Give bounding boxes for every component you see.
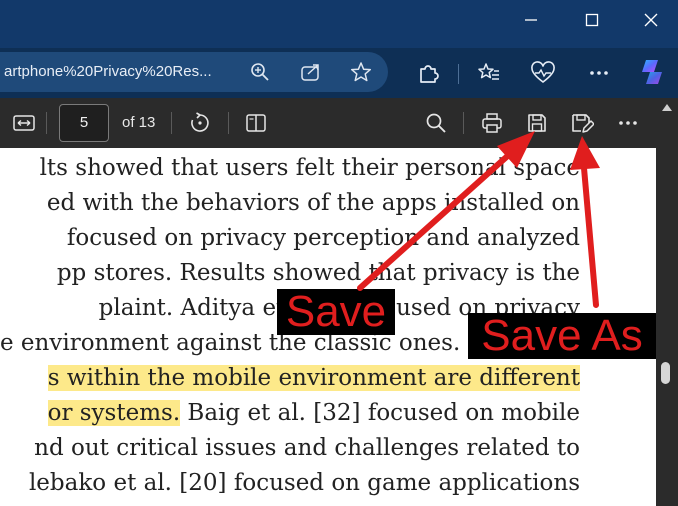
search-icon (426, 113, 446, 133)
more-horizontal-icon (590, 71, 608, 75)
fit-width-icon (13, 115, 35, 131)
maximize-icon (585, 13, 599, 27)
minimize-icon (525, 19, 537, 21)
toolbar-separator (228, 112, 229, 134)
pdf-toolbar: 5 of 13 (0, 98, 656, 149)
favorite-button[interactable] (345, 56, 377, 88)
page-number-input[interactable]: 5 (59, 104, 109, 142)
fit-width-button[interactable] (8, 107, 40, 139)
vertical-scrollbar[interactable] (656, 98, 678, 506)
print-button[interactable] (476, 107, 508, 139)
toolbar-separator (171, 112, 172, 134)
copilot-button[interactable] (636, 56, 668, 88)
page-total-label: of 13 (122, 114, 156, 131)
heart-pulse-icon (531, 61, 555, 84)
text-highlight: or systems. (47, 400, 181, 426)
url-field[interactable]: artphone%20Privacy%20Res... (0, 52, 388, 92)
more-horizontal-icon (619, 121, 637, 125)
text-highlight: s within the mobile environment are diff… (47, 365, 580, 391)
minimize-button[interactable] (508, 0, 554, 40)
find-button[interactable] (420, 107, 452, 139)
browser-essentials-button[interactable] (527, 57, 559, 89)
save-as-callout: Save As (468, 313, 656, 359)
document-line: focused on privacy perception and analyz… (66, 225, 580, 251)
scroll-up-icon[interactable] (662, 104, 672, 111)
save-icon (528, 114, 546, 132)
two-page-view-icon (246, 114, 266, 132)
document-line: nd out critical issues and challenges re… (34, 435, 580, 461)
maximize-button[interactable] (569, 0, 615, 40)
close-button[interactable] (628, 0, 674, 40)
toolbar-separator (458, 64, 459, 84)
save-as-button[interactable] (566, 107, 598, 139)
copilot-icon (642, 60, 662, 84)
url-text: artphone%20Privacy%20Res... (4, 63, 212, 80)
document-line: lebako et al. [20] focused on game appli… (28, 470, 580, 496)
favorites-button[interactable] (473, 57, 505, 89)
puzzle-icon (420, 65, 439, 83)
share-icon (301, 64, 319, 81)
extensions-button[interactable] (412, 57, 444, 89)
settings-more-button[interactable] (583, 57, 615, 89)
close-icon (644, 13, 658, 27)
document-line-highlighted: or systems. Baig et al. [32] focused on … (47, 400, 580, 426)
pdf-more-button[interactable] (612, 107, 644, 139)
rotate-icon (191, 112, 209, 132)
star-icon (350, 62, 372, 82)
toolbar-separator (46, 112, 47, 134)
favorites-star-list-icon (478, 63, 499, 80)
document-line: pp stores. Results showed that privacy i… (56, 260, 580, 286)
save-callout: Save (277, 289, 395, 335)
zoom-button[interactable] (244, 56, 276, 88)
zoom-in-icon (251, 63, 269, 81)
document-line: lts showed that users felt their persona… (39, 155, 580, 181)
share-button[interactable] (295, 56, 327, 88)
rotate-button[interactable] (184, 107, 216, 139)
document-line: ed with the behaviors of the apps instal… (46, 190, 580, 216)
toolbar-separator (463, 112, 464, 134)
document-line-highlighted: s within the mobile environment are diff… (0, 362, 580, 394)
address-bar: artphone%20Privacy%20Res... (0, 48, 678, 98)
printer-icon (482, 113, 502, 133)
scrollbar-thumb[interactable] (661, 362, 670, 384)
page-view-button[interactable] (240, 107, 272, 139)
save-as-icon (572, 114, 594, 133)
save-button[interactable] (521, 107, 553, 139)
window-title-bar (0, 0, 678, 48)
